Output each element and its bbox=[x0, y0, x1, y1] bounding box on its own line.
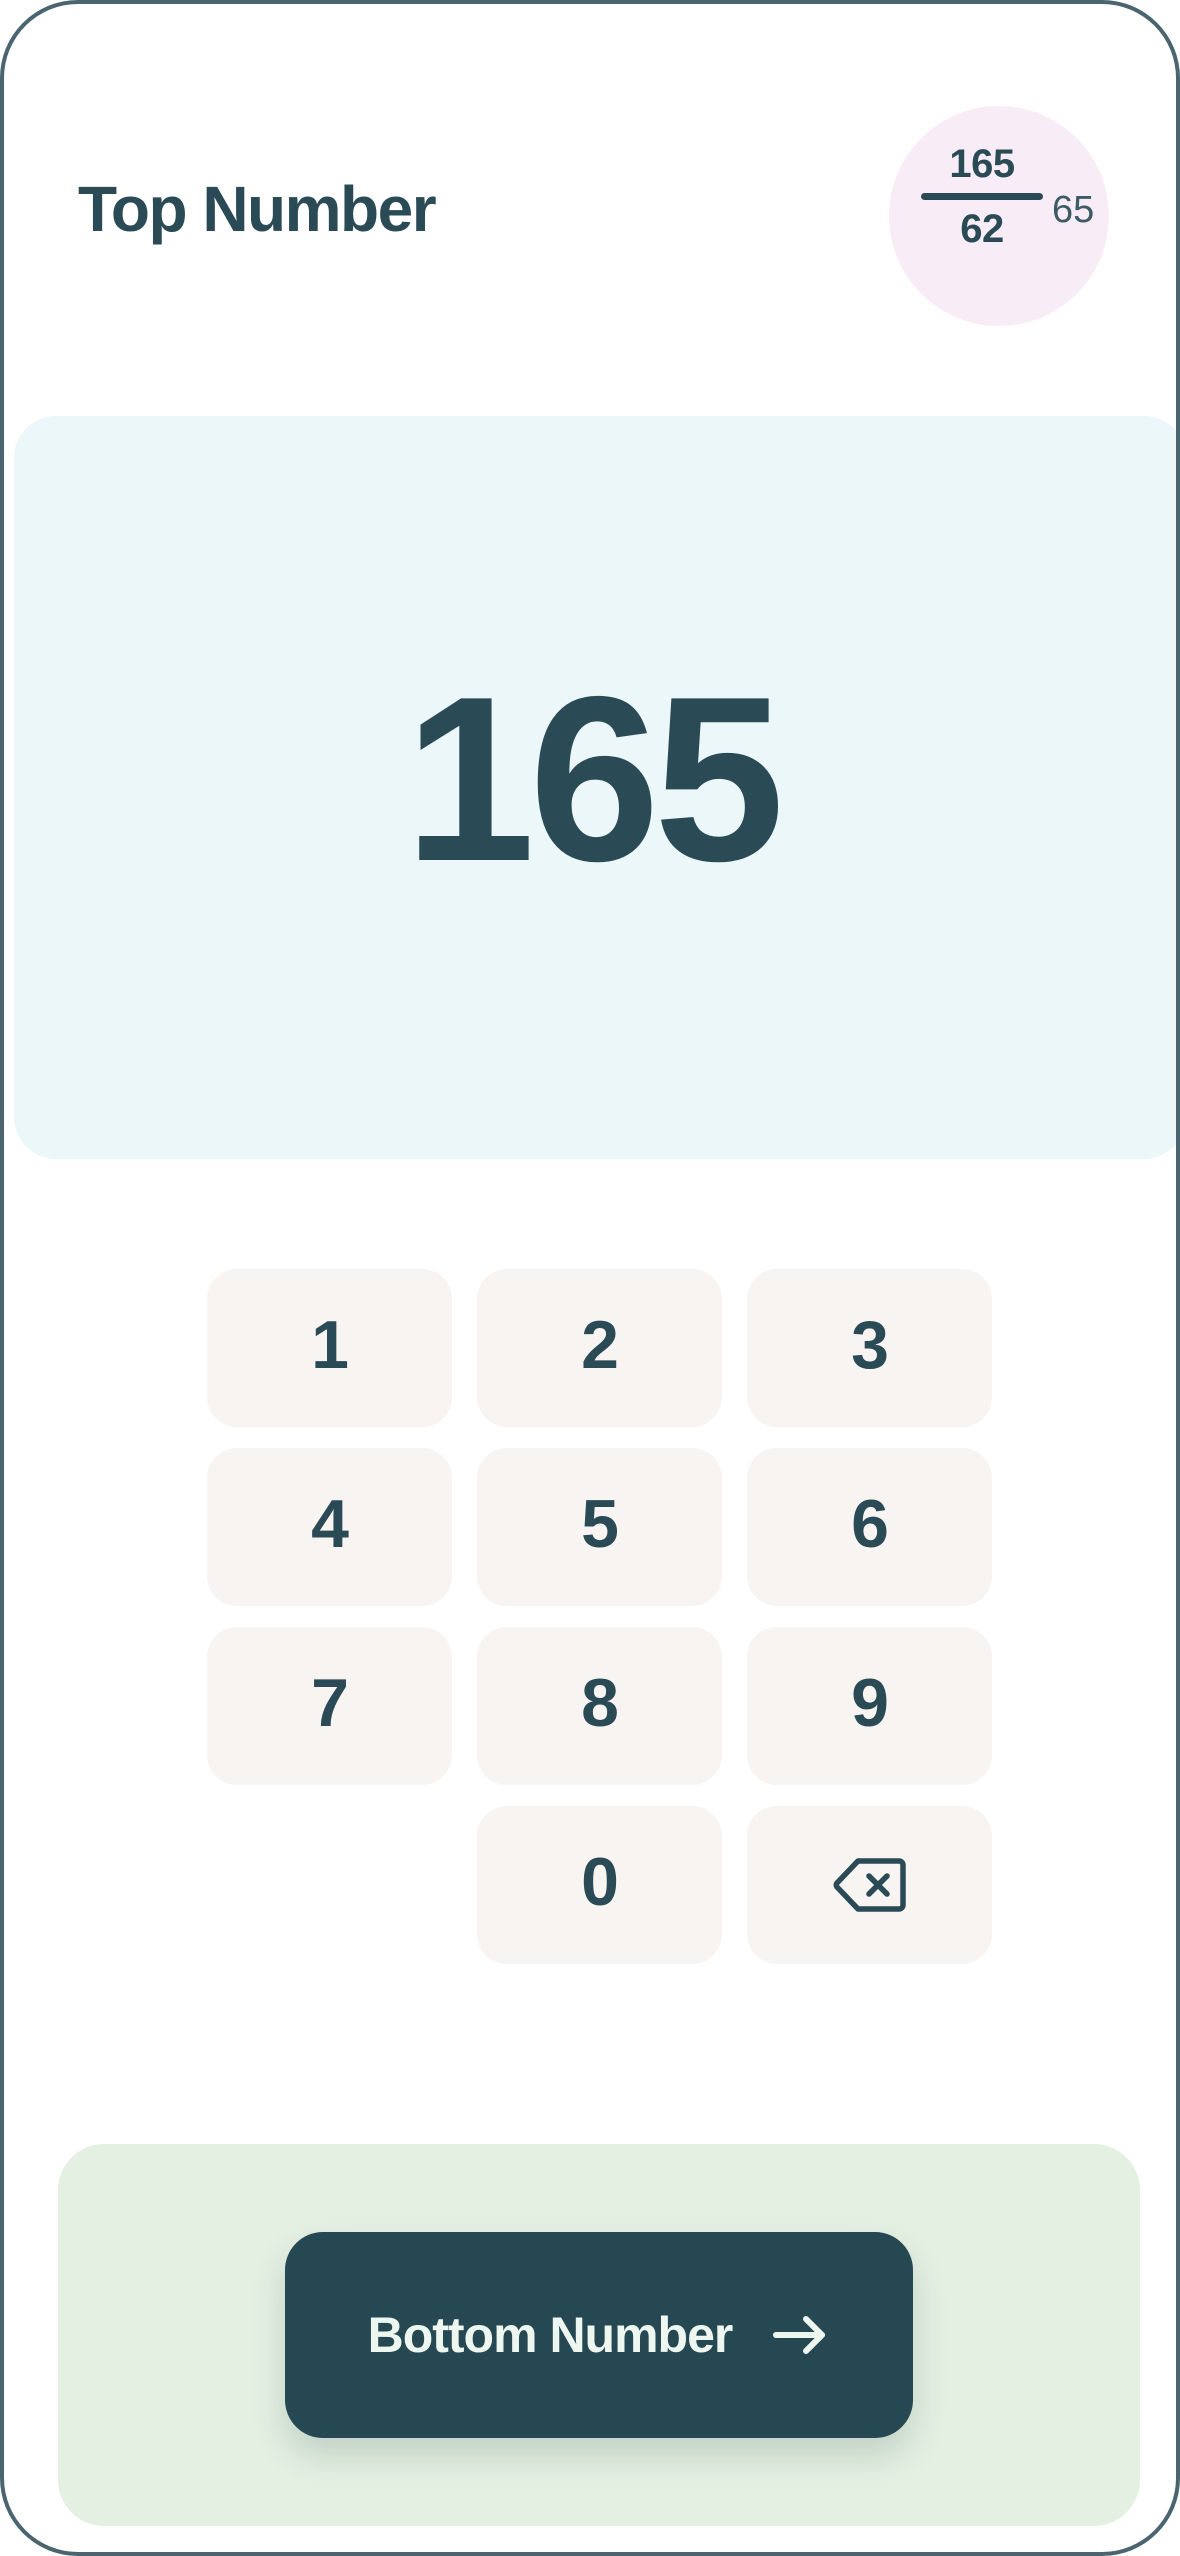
phone-frame: Top Number 165 62 65 165 1 2 3 4 5 6 7 8 9 0 Bott… bbox=[0, 0, 1180, 2556]
keypad-key-label: 5 bbox=[581, 1486, 619, 1562]
badge-remainder: 65 bbox=[1052, 189, 1095, 231]
key-6[interactable]: 6 bbox=[747, 1448, 992, 1606]
keypad-key-label: 9 bbox=[851, 1665, 889, 1741]
key-8[interactable]: 8 bbox=[477, 1627, 722, 1785]
key-7[interactable]: 7 bbox=[207, 1627, 452, 1785]
keypad-row: 7 8 9 bbox=[207, 1627, 992, 1785]
bottom-cta-panel: Bottom Number bbox=[58, 2144, 1140, 2526]
fraction-denominator: 62 bbox=[960, 207, 1004, 251]
number-display-card: 165 bbox=[14, 416, 1176, 1159]
keypad-key-label: 4 bbox=[311, 1486, 349, 1562]
arrow-right-icon bbox=[770, 2311, 830, 2359]
header: Top Number 165 62 65 bbox=[4, 4, 1176, 404]
keypad-row: 4 5 6 bbox=[207, 1448, 992, 1606]
bottom-number-label: Bottom Number bbox=[367, 2307, 734, 2363]
backspace-icon bbox=[833, 1856, 907, 1914]
app-screen: Top Number 165 62 65 165 1 2 3 4 5 6 7 8 9 0 Bott… bbox=[4, 4, 1176, 2552]
key-1[interactable]: 1 bbox=[207, 1269, 452, 1427]
keypad-key-label: 3 bbox=[851, 1307, 889, 1383]
keypad-row: 1 2 3 bbox=[207, 1269, 992, 1427]
key-5[interactable]: 5 bbox=[477, 1448, 722, 1606]
fraction-numerator: 165 bbox=[949, 142, 1015, 186]
key-2[interactable]: 2 bbox=[477, 1269, 722, 1427]
keypad-key-label: 2 bbox=[581, 1307, 619, 1383]
keypad-key-label: 8 bbox=[581, 1665, 619, 1741]
display-value: 165 bbox=[404, 647, 784, 910]
fraction-display: 165 62 bbox=[921, 144, 1043, 249]
keypad-row: 0 bbox=[207, 1806, 992, 1964]
fraction-badge: 165 62 65 bbox=[889, 106, 1109, 326]
bottom-number-button[interactable]: Bottom Number bbox=[285, 2232, 913, 2438]
page-title: Top Number bbox=[78, 173, 437, 245]
keypad-key-label: 0 bbox=[581, 1844, 619, 1920]
key-4[interactable]: 4 bbox=[207, 1448, 452, 1606]
key-9[interactable]: 9 bbox=[747, 1627, 992, 1785]
fraction-bar bbox=[921, 193, 1043, 200]
key-3[interactable]: 3 bbox=[747, 1269, 992, 1427]
keypad-key-label: 7 bbox=[311, 1665, 349, 1741]
numeric-keypad: 1 2 3 4 5 6 7 8 9 0 bbox=[207, 1269, 992, 1985]
key-backspace[interactable] bbox=[747, 1806, 992, 1964]
key-0[interactable]: 0 bbox=[477, 1806, 722, 1964]
keypad-key-label: 1 bbox=[311, 1307, 349, 1383]
keypad-key-label: 6 bbox=[851, 1486, 889, 1562]
